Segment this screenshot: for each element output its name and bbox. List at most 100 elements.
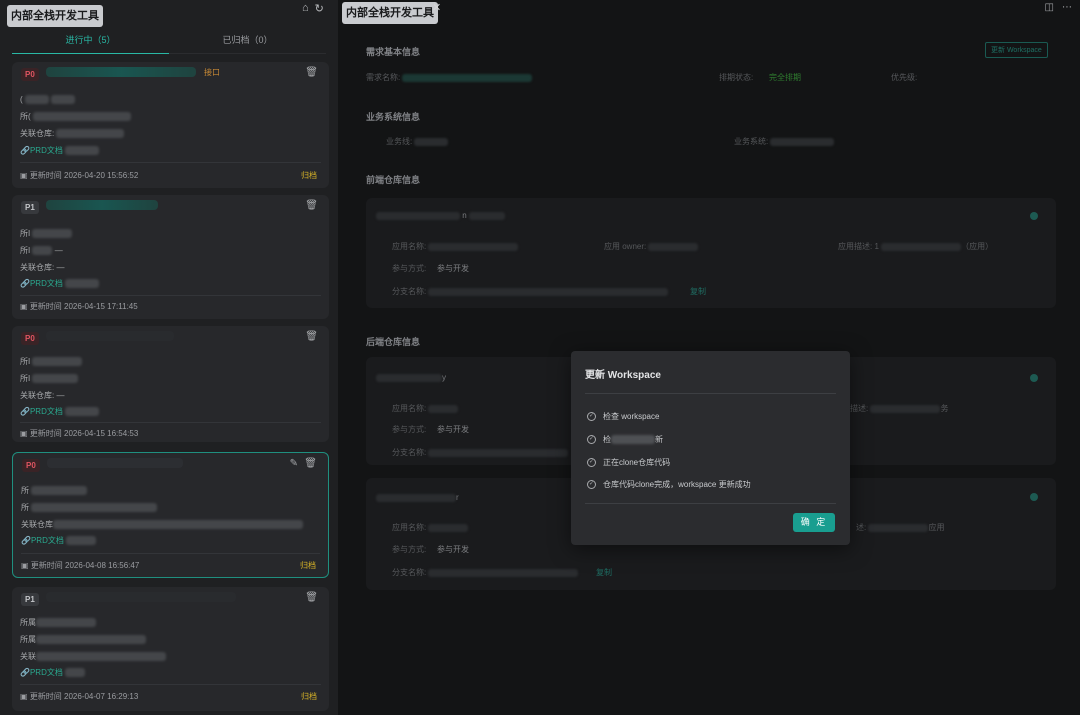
card-title-redacted — [46, 200, 158, 210]
app-desc-suffix: 应用 — [928, 523, 945, 532]
step-text: 检 — [603, 435, 611, 444]
redacted-value — [428, 242, 519, 251]
redacted-value — [36, 635, 146, 645]
calendar-icon: ▣ — [20, 692, 28, 701]
redacted-value — [53, 520, 303, 530]
redacted-value — [428, 568, 579, 577]
status-value: 完全排期 — [769, 73, 801, 82]
requirement-card[interactable]: P1 🗑 所属 所属 关联 🔗PRD文档 ▣ 更新时间 2026-04-07 1… — [12, 587, 329, 711]
updated-time: 更新时间 2026-04-15 16:54:53 — [29, 429, 139, 438]
section-title-frontend: 前端仓库信息 — [366, 175, 421, 185]
confirm-button[interactable]: 确 定 — [793, 513, 835, 532]
archive-button[interactable]: 归档 — [301, 170, 317, 181]
check-circle-icon: ✓ — [587, 412, 596, 422]
update-workspace-button[interactable]: 更新 Workspace — [985, 42, 1048, 58]
check-circle-icon: ✓ — [587, 458, 596, 468]
tab-archived[interactable]: 已归档（0） — [169, 32, 326, 54]
redacted-value — [428, 404, 459, 413]
modal-title: 更新 Workspace — [585, 370, 661, 381]
calendar-icon: ▣ — [21, 561, 29, 570]
status-dot — [1030, 374, 1038, 382]
link-icon: 🔗 — [21, 536, 31, 545]
trash-icon[interactable]: 🗑 — [305, 200, 318, 211]
split-view-icon[interactable]: ◫ — [1045, 2, 1054, 13]
redacted-value — [32, 112, 131, 122]
calendar-icon: ▣ — [20, 302, 28, 311]
prd-link[interactable]: PRD文档 — [31, 536, 64, 545]
redacted-value — [881, 242, 962, 251]
redacted-value — [428, 523, 469, 532]
copy-branch-button[interactable]: 复制 — [596, 567, 612, 578]
prd-link[interactable]: PRD文档 — [30, 407, 63, 416]
field-label: ( — [20, 95, 23, 104]
archive-button[interactable]: 归档 — [300, 560, 316, 571]
redacted-value — [468, 211, 505, 220]
priority-badge: P0 — [21, 332, 39, 345]
field-label: 关联 — [20, 652, 36, 661]
card-title-redacted — [46, 592, 236, 602]
redacted-value — [65, 146, 100, 156]
step-text: 仓库代码clone完成，workspace 更新成功 — [603, 480, 751, 489]
trash-icon[interactable]: 🗑 — [305, 67, 318, 78]
prd-link[interactable]: PRD文档 — [30, 668, 63, 677]
app-name-label: 应用名称: — [392, 523, 427, 532]
calendar-icon: ▣ — [20, 429, 28, 438]
requirement-card-selected[interactable]: P0 ✎ 🗑 所 所 关联仓库 🔗PRD文档 ▣ 更新时间 2026-04-08… — [12, 452, 329, 578]
section-title-basic: 需求基本信息 — [366, 47, 421, 57]
section-title-business: 业务系统信息 — [366, 112, 421, 122]
tab-in-progress[interactable]: 进行中（5） — [12, 32, 169, 54]
close-icon[interactable]: ✕ — [432, 1, 441, 14]
business-line-label: 业务线: — [386, 137, 413, 146]
redacted-value — [611, 435, 655, 445]
field-label: 关联仓库 — [21, 520, 53, 529]
redacted-value — [65, 407, 100, 417]
branch-label: 分支名称: — [392, 287, 427, 296]
requirement-card[interactable]: P0 🗑 所I 所I 关联仓库: — 🔗PRD文档 ▣ 更新时间 2026-04… — [12, 326, 329, 442]
redacted-value — [868, 523, 929, 532]
repo-name-suffix: r — [456, 493, 459, 502]
divider — [20, 295, 321, 296]
more-icon[interactable]: ⋯ — [1062, 2, 1072, 13]
divider — [585, 393, 836, 394]
divider — [20, 162, 321, 163]
redacted-value — [51, 95, 76, 105]
card-title-redacted — [47, 458, 183, 468]
section-title-backend: 后端仓库信息 — [366, 337, 421, 347]
app-desc-label: 应用描述: — [838, 242, 873, 251]
trash-icon[interactable]: 🗑 — [304, 458, 317, 469]
check-circle-icon: ✓ — [587, 480, 596, 490]
field-label: 所I — [20, 374, 31, 383]
priority-badge: P0 — [22, 459, 40, 472]
field-label: 所属 — [20, 635, 36, 644]
requirement-card[interactable]: P1 🗑 所I 所I — 关联仓库: — 🔗PRD文档 ▣ 更新时间 2026-… — [12, 195, 329, 319]
redacted-value — [65, 279, 100, 289]
field-label: 所( — [20, 112, 31, 121]
refresh-icon[interactable]: ↻ — [315, 2, 324, 15]
priority-badge: P1 — [21, 201, 39, 214]
trash-icon[interactable]: 🗑 — [305, 592, 318, 603]
requirement-card[interactable]: P0 接口 🗑 ( 所( 关联仓库: 🔗PRD文档 ▣ 更新时间 2026-04… — [12, 62, 329, 188]
trash-icon[interactable]: 🗑 — [305, 331, 318, 342]
redacted-value — [66, 536, 97, 546]
prd-link[interactable]: PRD文档 — [30, 279, 63, 288]
field-label: 所I — [20, 246, 31, 255]
redacted-value — [376, 493, 456, 502]
updated-time: 更新时间 2026-04-07 16:29:13 — [29, 692, 139, 701]
field-label: 所 — [21, 503, 29, 512]
copy-branch-button[interactable]: 复制 — [690, 286, 706, 297]
participation-label: 参与方式: — [392, 264, 427, 273]
app-desc-value: （应用） — [961, 242, 994, 251]
home-icon[interactable]: ⌂ — [302, 2, 309, 15]
redacted-value — [428, 287, 669, 296]
field-label: 关联仓库: — [20, 129, 57, 138]
link-icon: 🔗 — [20, 407, 30, 416]
main-tab-title[interactable]: 内部全栈开发工具 — [342, 2, 438, 24]
prd-link[interactable]: PRD文档 — [30, 146, 63, 155]
redacted-value — [32, 246, 53, 256]
field-label: 所 — [21, 486, 29, 495]
field-label: 关联仓库: — — [20, 391, 65, 400]
edit-icon[interactable]: ✎ — [290, 458, 298, 469]
redacted-value — [770, 137, 835, 146]
redacted-value — [32, 357, 83, 367]
archive-button[interactable]: 归档 — [301, 691, 317, 702]
